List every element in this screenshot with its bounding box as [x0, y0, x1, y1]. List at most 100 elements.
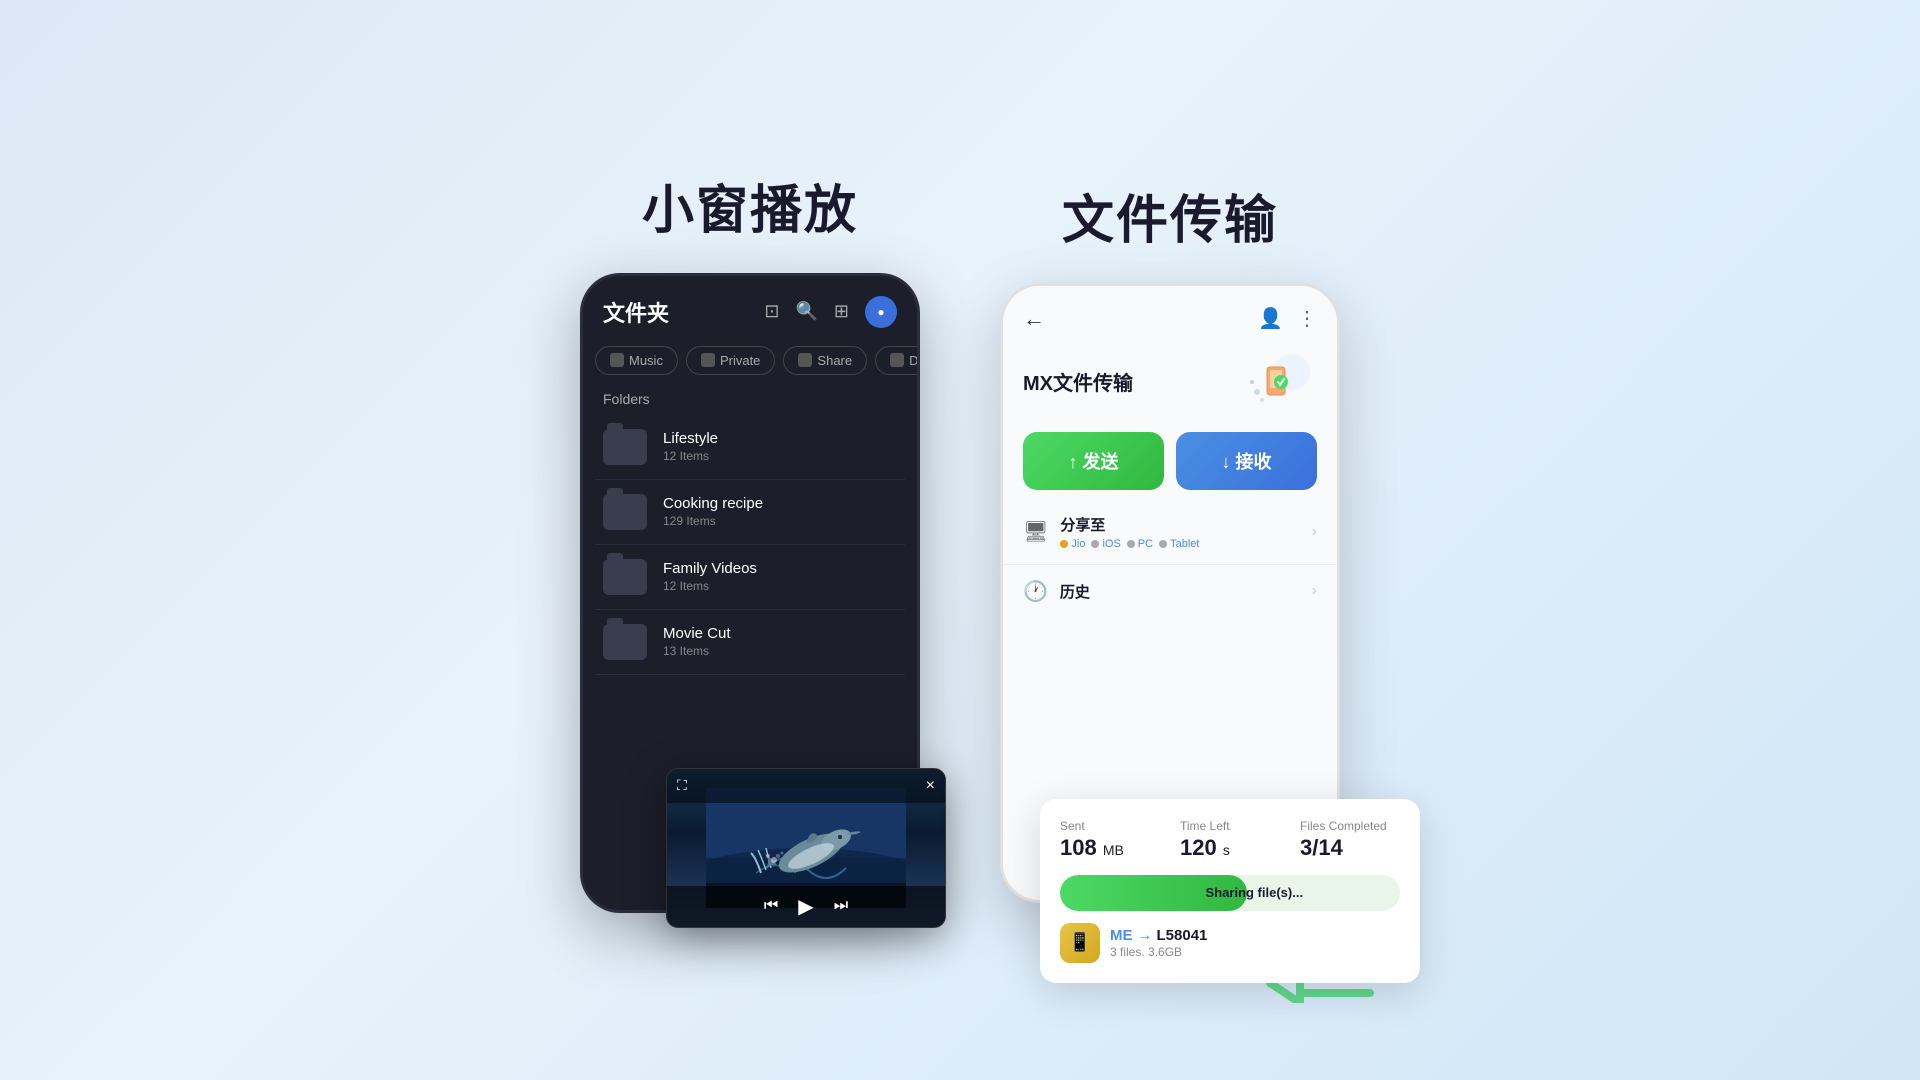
- grid-icon[interactable]: ⊞: [834, 301, 849, 322]
- back-button[interactable]: ←: [1023, 306, 1045, 332]
- mini-controls: ⏮ ▶ ⏭: [667, 886, 945, 927]
- folder-info-cooking: Cooking recipe 129 Items: [663, 495, 763, 528]
- share-info: 分享至 Jio iOS: [1060, 514, 1199, 550]
- history-title: 历史: [1060, 581, 1090, 602]
- transfer-stats: Sent 108 MB Time Left 120 s Files Comple…: [1060, 819, 1400, 861]
- search-icon[interactable]: 🔍: [795, 301, 817, 322]
- sent-label: Sent: [1060, 819, 1160, 833]
- jio-dot: [1060, 540, 1068, 548]
- transfer-to: L58041: [1157, 927, 1208, 944]
- platform-pc: PC: [1127, 538, 1153, 550]
- folder-count-family: 12 Items: [663, 579, 757, 593]
- time-label: Time Left: [1180, 819, 1280, 833]
- mx-banner: MX文件传输: [1003, 342, 1337, 422]
- add-contact-icon[interactable]: 👤: [1258, 306, 1283, 331]
- mini-player-header: ⛶ ×: [667, 769, 945, 803]
- folder-item-moviecut[interactable]: Movie Cut 13 Items: [595, 610, 905, 675]
- transfer-files-info: 3 files. 3.6GB: [1110, 945, 1207, 959]
- send-button[interactable]: ↑ 发送: [1023, 432, 1164, 490]
- folder-name-family: Family Videos: [663, 560, 757, 577]
- mx-title: MX文件传输: [1023, 367, 1133, 396]
- folder-info-moviecut: Movie Cut 13 Items: [663, 625, 731, 658]
- folder-item-cooking[interactable]: Cooking recipe 129 Items: [595, 480, 905, 545]
- right-panel: 文件传输 ← 👤 ⋮ MX文件传输: [1000, 178, 1340, 903]
- folder-item-family[interactable]: Family Videos 12 Items: [595, 545, 905, 610]
- stat-files: Files Completed 3/14: [1300, 819, 1400, 861]
- pc-label: PC: [1138, 538, 1153, 550]
- more-options-icon[interactable]: ⋮: [1297, 306, 1317, 331]
- folder-icon-lifestyle: [603, 429, 647, 465]
- arrow-icon: →: [1137, 927, 1153, 945]
- tab-share-label: Share: [817, 353, 852, 368]
- cast-icon[interactable]: ⊡: [764, 301, 779, 322]
- tab-private-label: Private: [720, 353, 760, 368]
- white-phone-header: ← 👤 ⋮: [1003, 286, 1337, 342]
- next-button[interactable]: ⏭: [834, 897, 848, 915]
- history-icon: 🕐: [1023, 579, 1048, 604]
- jio-label: Jio: [1071, 538, 1085, 550]
- sent-value: 108 MB: [1060, 835, 1160, 861]
- tab-downloads[interactable]: Downloads: [875, 346, 917, 375]
- folder-icon-cooking: [603, 494, 647, 530]
- white-header-icons: 👤 ⋮: [1258, 306, 1317, 331]
- app-icon: 📱: [1060, 923, 1100, 963]
- folder-info-lifestyle: Lifestyle 12 Items: [663, 430, 718, 463]
- tab-downloads-label: Downloads: [909, 353, 917, 368]
- transfer-details: ME → L58041 3 files. 3.6GB: [1110, 927, 1207, 959]
- tab-music[interactable]: Music: [595, 346, 678, 375]
- folder-name-cooking: Cooking recipe: [663, 495, 763, 512]
- folder-count-lifestyle: 12 Items: [663, 449, 718, 463]
- folder-name-lifestyle: Lifestyle: [663, 430, 718, 447]
- platform-ios: iOS: [1091, 538, 1120, 550]
- expand-icon[interactable]: ⛶: [677, 777, 687, 794]
- main-container: 小窗播放 文件夹 ⊡ 🔍 ⊞ ●: [0, 0, 1920, 1080]
- tablet-dot: [1159, 540, 1167, 548]
- stat-sent: Sent 108 MB: [1060, 819, 1160, 861]
- tab-private[interactable]: Private: [686, 346, 775, 375]
- share-tab-icon: [798, 353, 812, 367]
- transfer-card: Sent 108 MB Time Left 120 s Files Comple…: [1040, 799, 1420, 983]
- monitor-icon: 🖥: [1023, 519, 1048, 544]
- close-icon[interactable]: ×: [926, 777, 935, 795]
- folder-name-moviecut: Movie Cut: [663, 625, 731, 642]
- time-unit: s: [1223, 842, 1230, 858]
- folder-info-family: Family Videos 12 Items: [663, 560, 757, 593]
- prev-button[interactable]: ⏮: [764, 897, 778, 915]
- phone-header: 文件夹 ⊡ 🔍 ⊞ ●: [583, 276, 917, 338]
- app-icon-symbol: 📱: [1069, 932, 1091, 953]
- receive-button[interactable]: ↓ 接收: [1176, 432, 1317, 490]
- tab-music-label: Music: [629, 353, 663, 368]
- progress-label: Sharing file(s)...: [1194, 885, 1316, 900]
- progress-wrapper: Sharing file(s)...: [1060, 875, 1400, 911]
- sent-number: 108: [1060, 835, 1097, 860]
- time-value: 120 s: [1180, 835, 1280, 861]
- phone-header-title: 文件夹: [603, 296, 669, 328]
- share-title: 分享至: [1060, 514, 1199, 535]
- tablet-label: Tablet: [1170, 538, 1199, 550]
- files-value: 3/14: [1300, 835, 1400, 861]
- action-buttons: ↑ 发送 ↓ 接收: [1003, 422, 1337, 500]
- share-chevron: ›: [1312, 523, 1317, 541]
- play-button[interactable]: ▶: [798, 894, 813, 919]
- left-title: 小窗播放: [642, 168, 858, 243]
- mini-player: ⛶ ×: [666, 768, 946, 928]
- sent-unit: MB: [1103, 842, 1124, 858]
- phone-header-icons: ⊡ 🔍 ⊞ ●: [764, 296, 897, 328]
- folder-count-cooking: 129 Items: [663, 514, 763, 528]
- private-tab-icon: [701, 353, 715, 367]
- history-row[interactable]: 🕐 历史 ›: [1003, 565, 1337, 618]
- share-row-left: 🖥 分享至 Jio iOS: [1023, 514, 1199, 550]
- profile-icon[interactable]: ●: [865, 296, 897, 328]
- tab-share[interactable]: Share: [783, 346, 867, 375]
- share-row[interactable]: 🖥 分享至 Jio iOS: [1003, 500, 1337, 565]
- downloads-tab-icon: [890, 353, 904, 367]
- mx-illustration: [1237, 352, 1317, 412]
- right-title: 文件传输: [1062, 178, 1278, 253]
- transfer-from: ME: [1110, 927, 1133, 944]
- history-left: 🕐 历史: [1023, 579, 1090, 604]
- progress-bar-container: Sharing file(s)...: [1060, 875, 1400, 911]
- folders-section-label: Folders: [583, 383, 917, 415]
- time-number: 120: [1180, 835, 1217, 860]
- folder-item-lifestyle[interactable]: Lifestyle 12 Items: [595, 415, 905, 480]
- pc-dot: [1127, 540, 1135, 548]
